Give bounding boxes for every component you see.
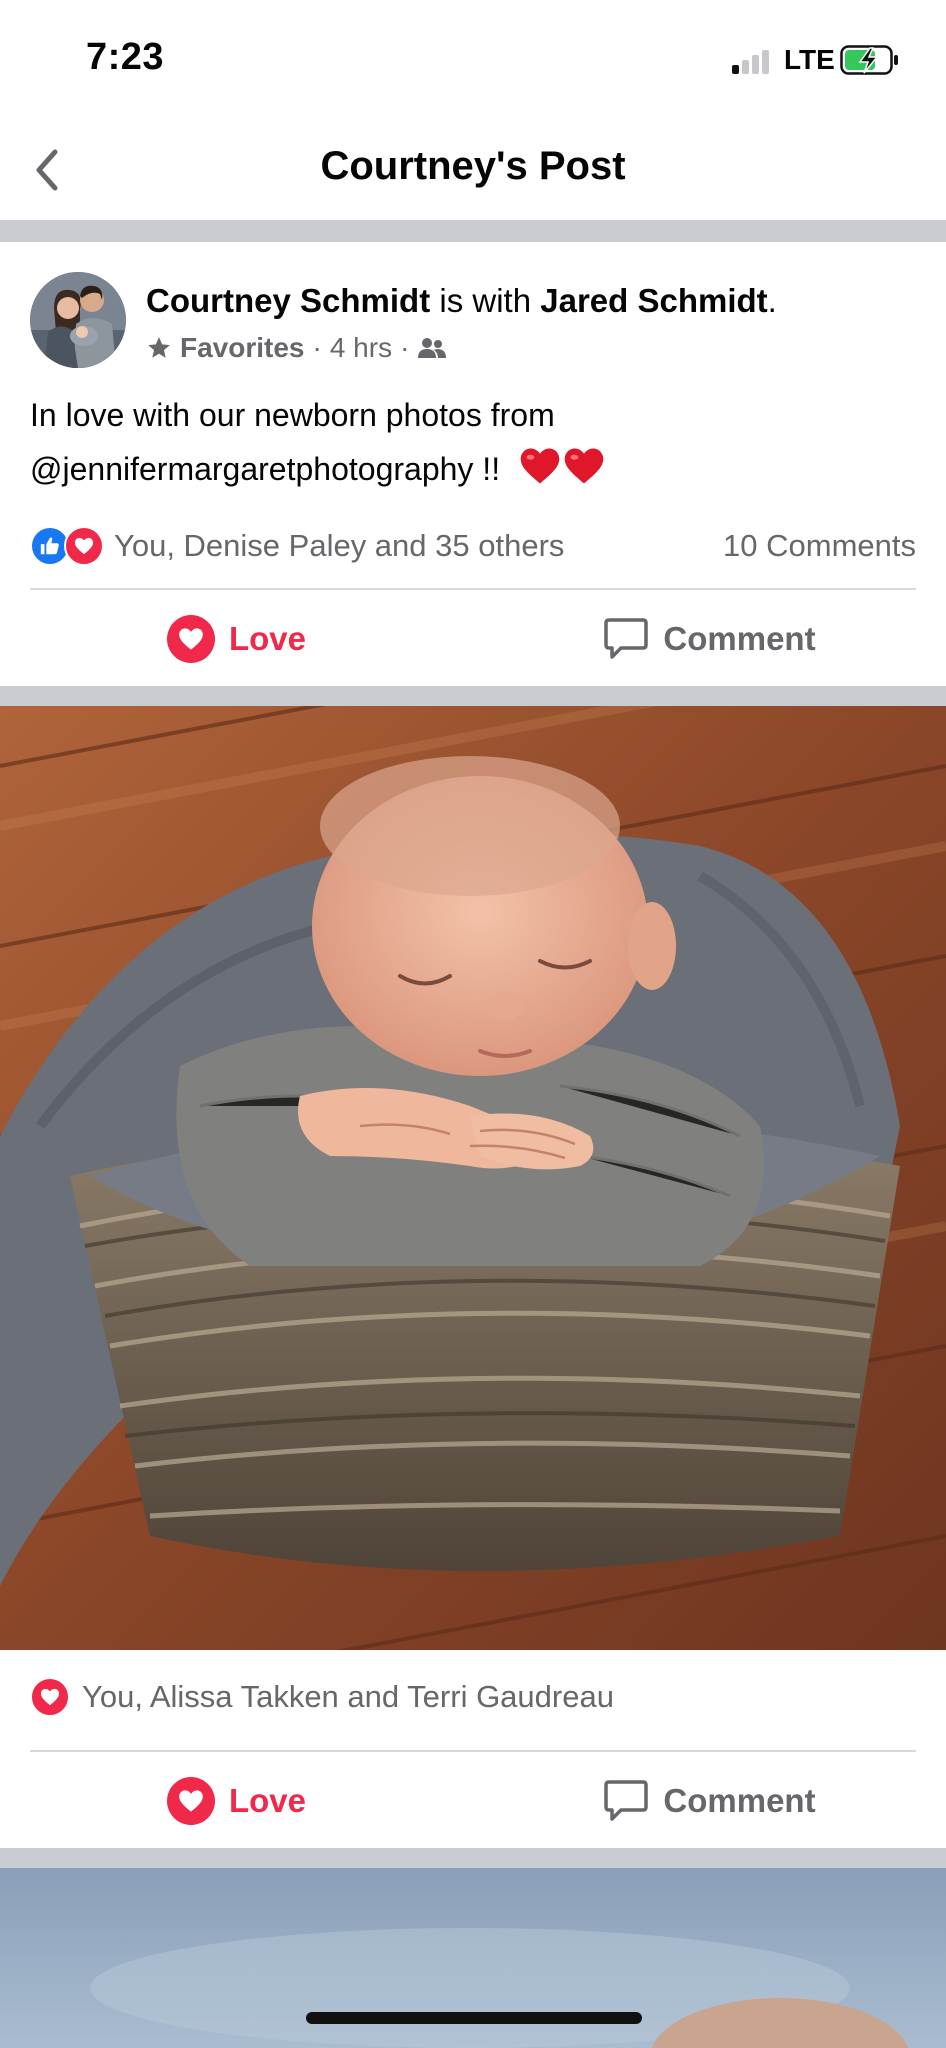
meta-separator: · xyxy=(312,332,322,363)
love-label: Love xyxy=(228,1782,307,1819)
post-author-line: Courtney Schmidt is with Jared Schmidt. xyxy=(146,282,777,320)
photo-actions: Love Comment xyxy=(0,1754,946,1848)
post-text-mention[interactable]: @jennifermargaretphotography !! xyxy=(30,451,500,487)
photo-reactions-summary[interactable]: You, Alissa Takken and Terri Gaudreau xyxy=(30,1672,614,1722)
navigation-header: Courtney's Post xyxy=(0,118,946,222)
post-text-line-2: @jennifermargaretphotography !! xyxy=(30,442,910,496)
avatar[interactable] xyxy=(30,272,126,368)
star-icon xyxy=(148,337,170,358)
signal-strength-icon xyxy=(732,48,772,74)
comments-count[interactable]: 10 Comments xyxy=(723,528,916,564)
author-name[interactable]: Courtney Schmidt xyxy=(146,282,430,319)
love-reaction-icon xyxy=(30,1677,70,1717)
reaction-icons xyxy=(30,526,104,566)
divider xyxy=(30,588,916,590)
post-text: In love with our newborn photos from @je… xyxy=(30,388,910,496)
red-heart-emoji-icon xyxy=(564,448,604,484)
love-icon xyxy=(166,1777,215,1825)
section-separator xyxy=(0,222,946,242)
reactions-text[interactable]: You, Denise Paley and 35 others xyxy=(114,528,564,564)
post-actions: Love Comment xyxy=(0,592,946,686)
red-heart-emoji-icon xyxy=(520,448,560,484)
meta-separator: · xyxy=(400,332,410,363)
comment-label: Comment xyxy=(663,1782,816,1819)
post-photo[interactable] xyxy=(0,706,946,1650)
status-time: 7:23 xyxy=(86,36,165,78)
divider xyxy=(30,1750,916,1752)
love-button[interactable]: Love xyxy=(0,592,473,686)
love-icon xyxy=(166,615,215,663)
battery-charging-icon xyxy=(840,45,898,75)
section-separator xyxy=(0,1848,946,1868)
photo-reactions-text[interactable]: You, Alissa Takken and Terri Gaudreau xyxy=(82,1679,614,1715)
page-title: Courtney's Post xyxy=(320,144,626,188)
comment-button[interactable]: Comment xyxy=(473,592,946,686)
love-label: Love xyxy=(228,620,307,657)
post-meta: Favorites · 4 hrs · xyxy=(146,332,447,364)
friends-icon[interactable] xyxy=(417,335,447,361)
reaction-icons xyxy=(30,1677,70,1717)
audience-label[interactable]: Favorites xyxy=(180,332,305,364)
post-time[interactable]: 4 hrs xyxy=(330,332,392,364)
home-indicator[interactable] xyxy=(306,2012,642,2024)
tagged-person[interactable]: Jared Schmidt xyxy=(540,282,767,319)
photo-footer: You, Alissa Takken and Terri Gaudreau Lo… xyxy=(0,1650,946,1848)
section-separator xyxy=(0,686,946,706)
newborn-photo-image xyxy=(0,706,946,1650)
love-reaction-icon xyxy=(64,526,104,566)
comment-icon xyxy=(604,618,649,659)
status-bar: 7:23 LTE xyxy=(0,0,946,118)
photo-love-button[interactable]: Love xyxy=(0,1754,473,1848)
tagged-suffix: . xyxy=(767,282,777,319)
comment-icon xyxy=(604,1780,649,1821)
with-text: is with xyxy=(430,282,541,319)
post-card: Courtney Schmidt is with Jared Schmidt. … xyxy=(0,242,946,686)
photo-comment-button[interactable]: Comment xyxy=(473,1754,946,1848)
comment-label: Comment xyxy=(663,620,816,657)
heart-emojis xyxy=(519,446,605,486)
post-text-line: In love with our newborn photos from xyxy=(30,397,555,433)
reactions-summary[interactable]: You, Denise Paley and 35 others 10 Comme… xyxy=(30,518,916,574)
network-type: LTE xyxy=(784,44,835,75)
